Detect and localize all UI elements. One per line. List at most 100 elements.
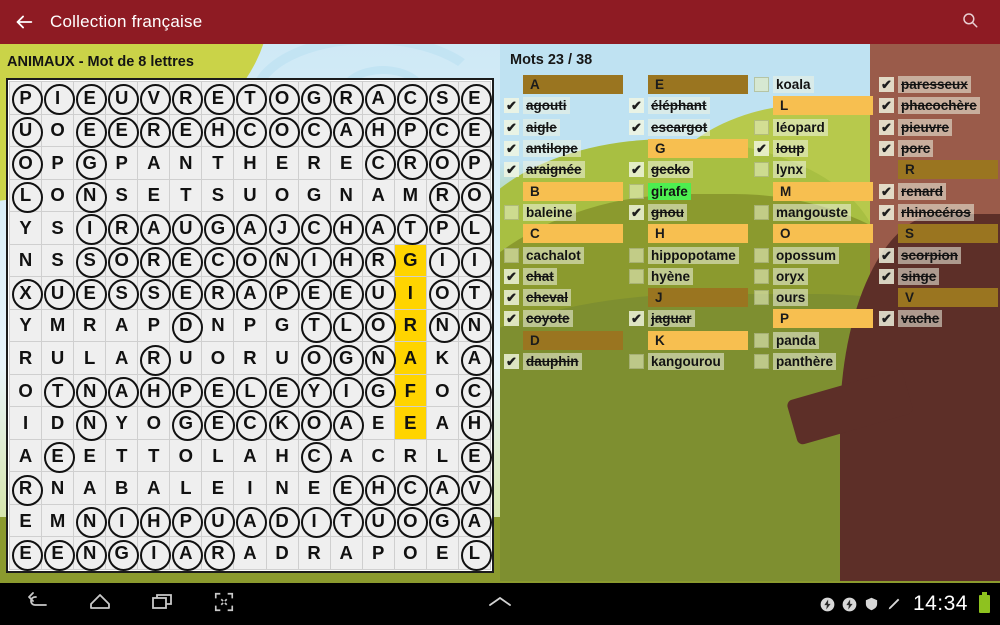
grid-cell[interactable]: E xyxy=(329,471,365,506)
grid-cell[interactable]: I xyxy=(8,406,43,440)
word-list-item[interactable]: opossum xyxy=(754,244,875,265)
grid-cell[interactable]: R xyxy=(201,276,236,311)
word-list-item[interactable]: léopard xyxy=(754,117,875,138)
grid-cell[interactable]: C xyxy=(393,471,429,506)
grid-cell[interactable]: G xyxy=(73,146,108,181)
grid-cell[interactable]: I xyxy=(393,276,427,310)
grid-cell[interactable]: T xyxy=(137,438,171,473)
grid-cell[interactable]: L xyxy=(457,211,493,246)
grid-cell[interactable]: U xyxy=(233,178,267,213)
grid-cell[interactable]: X xyxy=(8,276,44,311)
grid-cell[interactable]: A xyxy=(233,276,269,311)
grid-cell[interactable]: E xyxy=(457,438,493,474)
word-list-item[interactable]: ✔ jaguar xyxy=(629,308,750,329)
grid-cell[interactable]: A xyxy=(105,373,140,409)
grid-cell[interactable]: E xyxy=(201,81,236,116)
grid-cell[interactable]: E xyxy=(73,438,107,473)
grid-cell[interactable]: C xyxy=(297,438,333,474)
grid-cell[interactable]: N xyxy=(73,373,108,409)
grid-cell[interactable]: L xyxy=(201,438,235,473)
grid-cell[interactable]: A xyxy=(137,471,171,505)
grid-cell[interactable]: B xyxy=(105,471,139,505)
grid-cell[interactable]: S xyxy=(425,81,461,116)
word-list-item[interactable]: ✔ coyote xyxy=(504,308,625,329)
grid-cell[interactable]: V xyxy=(457,471,493,506)
grid-cell[interactable]: O xyxy=(457,178,493,213)
grid-cell[interactable]: D xyxy=(265,503,301,539)
grid-cell[interactable]: I xyxy=(105,503,140,539)
grid-cell[interactable]: R xyxy=(169,81,204,116)
grid-cell[interactable]: M xyxy=(41,308,75,343)
grid-cell[interactable]: K xyxy=(265,406,301,441)
word-list-item[interactable]: ✔ pieuvre xyxy=(879,117,1000,138)
grid-cell[interactable]: U xyxy=(105,81,140,116)
grid-cell[interactable]: R xyxy=(297,146,331,180)
grid-cell[interactable]: P xyxy=(425,211,461,246)
grid-cell[interactable]: A xyxy=(329,438,363,473)
word-list-item[interactable]: girafe xyxy=(629,180,750,201)
grid-cell[interactable]: P xyxy=(8,81,44,116)
grid-cell[interactable]: O xyxy=(137,406,171,440)
grid-cell[interactable]: I xyxy=(73,211,108,246)
grid-cell[interactable]: K xyxy=(425,341,459,375)
grid-cell[interactable]: R xyxy=(8,471,44,506)
grid-cell[interactable]: R xyxy=(137,341,172,376)
grid-cell[interactable]: O xyxy=(393,536,427,570)
grid-cell[interactable]: O xyxy=(361,308,397,343)
grid-cell[interactable]: G xyxy=(361,373,397,409)
grid-cell[interactable]: E xyxy=(137,178,171,213)
grid-cell[interactable]: N xyxy=(73,178,108,213)
grid-cell[interactable]: N xyxy=(73,503,108,539)
grid-cell[interactable]: N xyxy=(265,243,301,278)
word-list-item[interactable]: ✔ phacochère xyxy=(879,95,1000,116)
grid-cell[interactable]: F xyxy=(393,373,427,408)
grid-cell[interactable]: E xyxy=(297,276,333,311)
word-list-item[interactable]: ✔ gecko xyxy=(629,159,750,180)
grid-cell[interactable]: A xyxy=(233,211,269,246)
grid-cell[interactable]: P xyxy=(41,146,75,180)
grid-cell[interactable]: H xyxy=(329,243,365,278)
word-list-item[interactable]: hyène xyxy=(629,266,750,287)
grid-cell[interactable]: U xyxy=(361,276,397,311)
grid-cell[interactable]: U xyxy=(41,276,76,311)
grid-cell[interactable]: E xyxy=(105,113,140,148)
word-list-item[interactable]: ✔ agouti xyxy=(504,95,625,116)
grid-cell[interactable]: O xyxy=(297,406,333,441)
grid-cell[interactable]: O xyxy=(41,113,75,148)
grid-cell[interactable]: R xyxy=(393,146,429,181)
word-list-item[interactable]: ✔ loup xyxy=(754,138,875,159)
grid-cell[interactable]: C xyxy=(233,113,269,148)
grid-cell[interactable]: L xyxy=(233,373,269,409)
grid-cell[interactable]: E xyxy=(361,406,395,440)
grid-cell[interactable]: R xyxy=(201,536,236,571)
grid-cell[interactable]: V xyxy=(137,81,172,116)
grid-cell[interactable]: H xyxy=(201,113,236,148)
expand-handle[interactable] xyxy=(475,584,525,624)
grid-cell[interactable]: R xyxy=(329,81,365,116)
word-list-item[interactable]: ours xyxy=(754,287,875,308)
grid-cell[interactable]: G xyxy=(297,81,333,116)
grid-cell[interactable]: R xyxy=(361,243,397,278)
grid-cell[interactable]: A xyxy=(329,406,365,441)
grid-cell[interactable]: E xyxy=(73,113,108,148)
word-list-item[interactable]: baleine xyxy=(504,202,625,223)
grid-cell[interactable]: S xyxy=(137,276,172,311)
letter-grid[interactable]: PIEUVRETOGRACSEUOEEREHCOCAHPCEOPGPANTHER… xyxy=(6,78,494,573)
grid-cell[interactable]: H xyxy=(361,113,397,148)
grid-cell[interactable]: R xyxy=(105,211,140,246)
grid-cell[interactable]: A xyxy=(137,211,172,246)
grid-cell[interactable]: M xyxy=(41,503,75,538)
word-list-item[interactable]: ✔ cheval xyxy=(504,287,625,308)
grid-cell[interactable]: E xyxy=(73,276,108,311)
grid-cell[interactable]: C xyxy=(393,81,429,116)
grid-cell[interactable]: C xyxy=(361,146,397,181)
grid-cell[interactable]: P xyxy=(105,146,139,180)
grid-cell[interactable]: D xyxy=(169,308,204,343)
word-list-item[interactable]: panda xyxy=(754,330,875,351)
grid-cell[interactable]: U xyxy=(265,341,299,375)
grid-cell[interactable]: E xyxy=(201,471,235,505)
grid-cell[interactable]: N xyxy=(361,341,397,376)
grid-cell[interactable]: P xyxy=(265,276,301,311)
word-list-item[interactable]: ✔ escargot xyxy=(629,117,750,138)
grid-cell[interactable]: R xyxy=(137,243,172,278)
